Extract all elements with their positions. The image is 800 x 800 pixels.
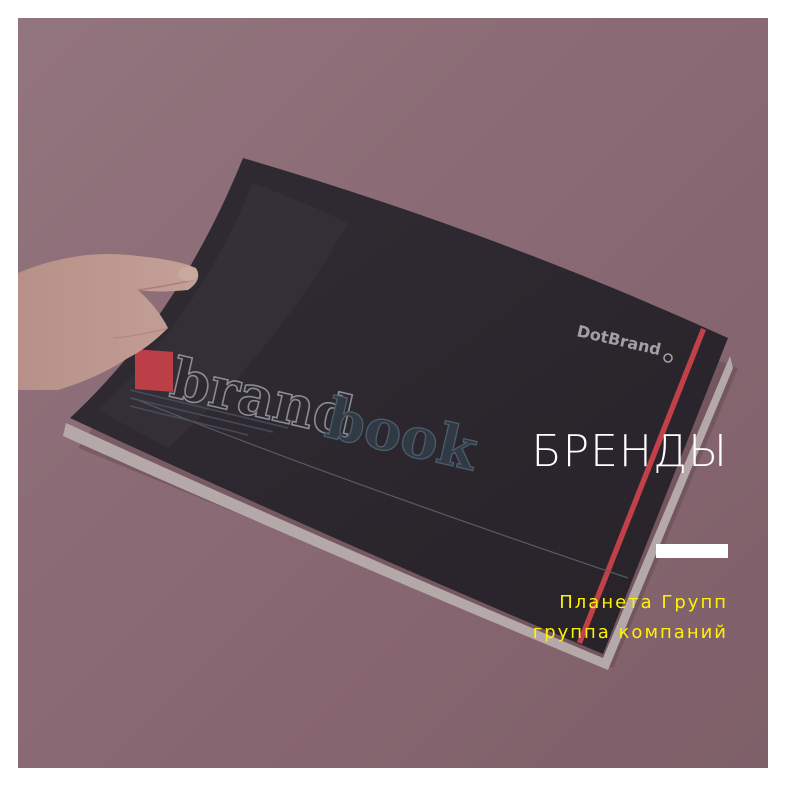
- promo-tile[interactable]: brand book DotBrand БРЕНДЫ Планета Групп…: [18, 18, 768, 768]
- title-divider: [656, 544, 728, 558]
- subtitle-line-company: Планета Групп: [559, 592, 728, 613]
- subtitle-block: Планета Групп группа компаний: [533, 588, 728, 648]
- caption-block: БРЕНДЫ: [531, 426, 728, 477]
- page-title: БРЕНДЫ: [531, 426, 728, 477]
- subtitle-line-group: группа компаний: [532, 622, 728, 643]
- photo-tint: [18, 18, 768, 768]
